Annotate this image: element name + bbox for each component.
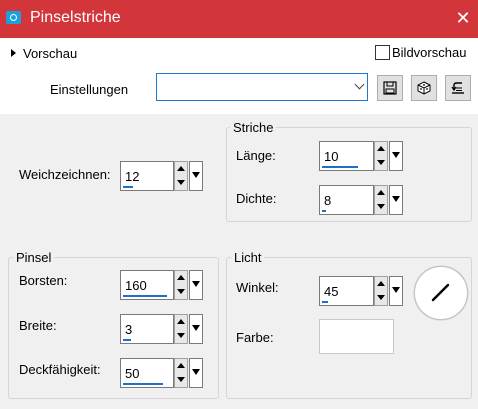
bristles-spinner[interactable]: 160 [120,270,204,300]
dial-needle-icon [431,283,450,302]
density-label: Dichte: [236,191,277,206]
big-preview-checkbox[interactable] [375,45,390,60]
arrow-up-icon [177,275,185,280]
density-dropdown[interactable] [389,185,403,215]
arrow-down-icon [177,289,185,294]
width-label: Breite: [19,318,57,333]
color-label: Farbe: [236,330,274,345]
arrow-down-icon [177,180,185,185]
reset-icon [451,82,464,94]
random-button[interactable] [411,75,437,101]
big-preview-label: Bildvorschau [392,45,467,60]
softness-label: Weichzeichnen: [19,167,111,182]
width-dropdown[interactable] [189,314,203,344]
arrow-up-icon [177,363,185,368]
opacity-level-bar [123,383,163,385]
length-stepper[interactable] [374,141,388,171]
arrow-down-icon [377,204,385,209]
angle-level-bar [322,301,328,303]
caret-down-icon [392,196,400,202]
caret-down-icon [392,287,400,293]
settings-label: Einstellungen [50,82,129,97]
density-level-bar [322,210,326,212]
caret-down-icon [392,152,400,158]
width-level-bar [123,339,131,341]
brush-group-title: Pinsel [13,250,55,265]
arrow-up-icon [377,190,385,195]
window-title: Pinselstriche [30,9,121,26]
bristles-label: Borsten: [19,273,68,288]
softness-dropdown[interactable] [189,161,203,191]
opacity-dropdown[interactable] [189,358,203,388]
density-input[interactable]: 8 [319,185,374,215]
length-label: Länge: [236,148,276,163]
length-spinner[interactable]: 10 [319,141,404,171]
color-swatch[interactable] [319,319,394,354]
softness-stepper[interactable] [174,161,188,191]
arrow-up-icon [177,166,185,171]
preview-label: Vorschau [23,46,78,61]
softness-spinner[interactable]: 12 [120,161,204,191]
settings-combo[interactable] [156,73,368,101]
caret-down-icon [192,325,200,331]
angle-label: Winkel: [236,280,279,295]
arrow-down-icon [377,160,385,165]
length-dropdown[interactable] [389,141,403,171]
arrow-up-icon [177,319,185,324]
save-preset-button[interactable] [377,75,403,101]
save-icon [383,81,397,95]
camera-icon [6,11,21,24]
caret-right-icon [11,49,16,57]
angle-dial[interactable] [414,266,468,320]
arrow-down-icon [177,377,185,382]
light-group-title: Licht [231,250,265,265]
angle-spinner[interactable]: 45 [319,276,404,306]
chevron-down-icon [354,79,365,90]
reset-button[interactable] [445,75,471,101]
opacity-label: Deckfähigkeit: [19,362,101,377]
arrow-up-icon [377,146,385,151]
angle-stepper[interactable] [374,276,388,306]
close-icon[interactable]: ✕ [452,8,474,28]
caret-down-icon [192,369,200,375]
density-stepper[interactable] [374,185,388,215]
bristles-dropdown[interactable] [189,270,203,300]
density-spinner[interactable]: 8 [319,185,404,215]
bristles-stepper[interactable] [174,270,188,300]
softness-level-bar [123,186,133,188]
opacity-spinner[interactable]: 50 [120,358,204,388]
bristles-level-bar [123,295,167,297]
arrow-down-icon [377,295,385,300]
dice-icon [417,81,431,95]
angle-dropdown[interactable] [389,276,403,306]
arrow-up-icon [377,281,385,286]
opacity-stepper[interactable] [174,358,188,388]
length-level-bar [322,166,358,168]
strokes-group-title: Striche [230,120,277,135]
width-stepper[interactable] [174,314,188,344]
preview-toggle[interactable]: Vorschau [11,46,77,61]
width-spinner[interactable]: 3 [120,314,204,344]
arrow-down-icon [177,333,185,338]
caret-down-icon [192,172,200,178]
caret-down-icon [192,281,200,287]
